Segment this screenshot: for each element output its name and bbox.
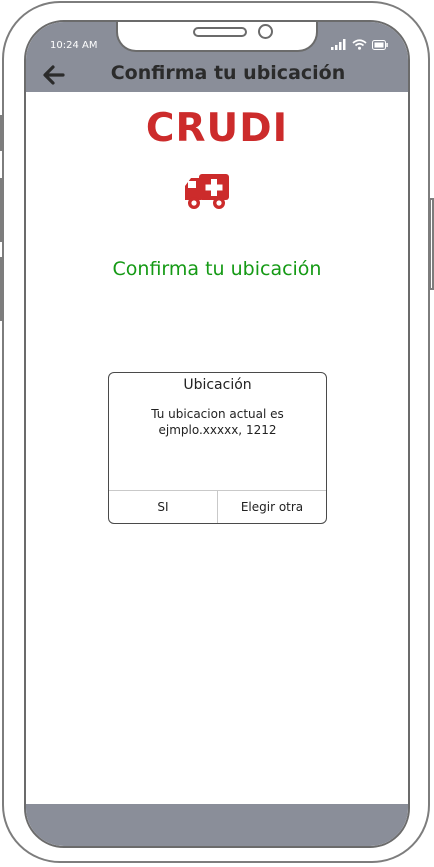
subtitle: Confirma tu ubicación bbox=[112, 258, 322, 280]
brand-logo-text: CRUDI bbox=[145, 106, 289, 151]
app-bar: Confirma tu ubicación bbox=[26, 58, 408, 92]
location-dialog: Ubicación Tu ubicacion actual es ejmplo.… bbox=[108, 372, 327, 524]
dialog-message-line2: ejmplo.xxxxx, 1212 bbox=[158, 423, 277, 437]
status-bar: 10:24 AM bbox=[26, 22, 408, 58]
camera-icon bbox=[258, 24, 273, 39]
choose-other-button[interactable]: Elegir otra bbox=[217, 491, 326, 523]
confirm-button[interactable]: SI bbox=[109, 491, 217, 523]
notch bbox=[116, 22, 318, 52]
signal-icon bbox=[331, 39, 346, 50]
dialog-title: Ubicación bbox=[183, 377, 252, 393]
wifi-icon bbox=[352, 39, 367, 50]
phone-screen: 10:24 AM Confirma tu ubicación CRUDI Con… bbox=[24, 20, 410, 848]
bottom-bar bbox=[26, 804, 408, 846]
speaker-icon bbox=[193, 27, 247, 37]
page-title: Confirma tu ubicación bbox=[110, 62, 346, 84]
battery-icon bbox=[372, 40, 388, 50]
dialog-message-line1: Tu ubicacion actual es bbox=[151, 407, 284, 421]
ambulance-icon bbox=[183, 172, 231, 216]
status-icons bbox=[331, 39, 388, 50]
dialog-message: Tu ubicacion actual es ejmplo.xxxxx, 121… bbox=[119, 406, 316, 438]
dialog-actions: SI Elegir otra bbox=[109, 490, 326, 523]
status-time: 10:24 AM bbox=[50, 40, 98, 51]
